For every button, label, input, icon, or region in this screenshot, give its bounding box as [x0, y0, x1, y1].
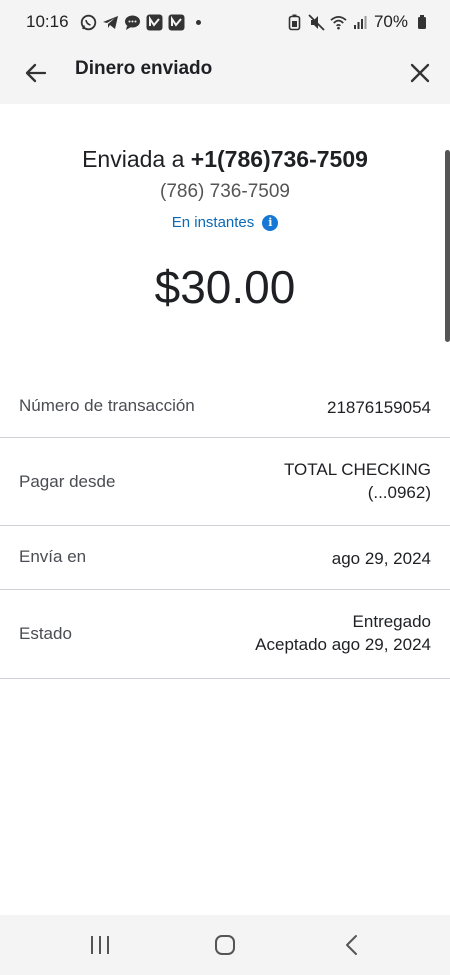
detail-value: TOTAL CHECKING (...0962): [284, 458, 431, 504]
wifi-icon: [330, 14, 347, 31]
battery-percent: 70%: [373, 12, 408, 31]
recipient-number: +1(786)736-7509: [190, 146, 368, 172]
status-bar-left: 10:16: [26, 12, 201, 32]
system-nav-bar: [0, 915, 450, 975]
recipient-prefix: Enviada a: [82, 146, 191, 172]
detail-row-pay-from: Pagar desde TOTAL CHECKING (...0962): [0, 438, 450, 526]
notification-dot: [195, 19, 201, 25]
detail-row-send-on: Envía en ago 29, 2024: [0, 526, 450, 590]
amount: $30.00: [154, 261, 296, 313]
detail-row-status: Estado Entregado Aceptado ago 29, 2024: [0, 590, 450, 679]
battery-saver-icon: [286, 14, 303, 31]
home-icon[interactable]: [210, 930, 240, 960]
signal-icon: [352, 14, 369, 31]
status-bar-right: 70%: [286, 12, 430, 32]
app-header: Dinero enviado: [0, 44, 450, 104]
detail-label: Pagar desde: [19, 472, 116, 491]
app-n-icon: [146, 14, 163, 31]
back-nav-icon[interactable]: [337, 930, 367, 960]
detail-value-line2: Aceptado ago 29, 2024: [255, 635, 431, 654]
detail-row-transaction: Número de transacción 21876159054: [0, 372, 450, 438]
mute-icon: [308, 13, 325, 31]
scrollbar[interactable]: [445, 150, 450, 342]
info-icon[interactable]: i: [262, 214, 279, 231]
whatsapp-icon: [80, 14, 97, 31]
detail-value: Entregado Aceptado ago 29, 2024: [255, 610, 431, 656]
transfer-details: Enviada a +1(786)736-7509 (786) 736-7509…: [0, 104, 450, 915]
detail-value: ago 29, 2024: [331, 549, 431, 568]
detail-value-line1: TOTAL CHECKING: [283, 460, 431, 479]
battery-icon: [413, 14, 430, 31]
chat-icon: [124, 14, 141, 31]
detail-value: 21876159054: [326, 398, 431, 417]
delivery-timing: En instantes i: [0, 214, 450, 231]
recipient-phone: (786) 736-7509: [160, 181, 290, 202]
status-bar: 10:16 70%: [0, 0, 450, 44]
detail-value-line2: (...0962): [367, 483, 431, 502]
close-icon[interactable]: [404, 57, 436, 89]
back-arrow-icon[interactable]: [20, 57, 52, 89]
detail-value-line1: Entregado: [352, 612, 431, 631]
page-title: Dinero enviado: [75, 58, 213, 79]
delivery-timing-label: En instantes: [171, 214, 255, 231]
telegram-icon: [102, 14, 119, 31]
app-n-icon: [168, 14, 185, 31]
status-time: 10:16: [26, 12, 69, 31]
detail-label: Envía en: [19, 547, 87, 566]
recipient-line: Enviada a +1(786)736-7509: [0, 146, 450, 173]
detail-label: Número de transacción: [19, 396, 195, 415]
recent-apps-icon[interactable]: [85, 930, 115, 960]
detail-label: Estado: [19, 624, 72, 643]
